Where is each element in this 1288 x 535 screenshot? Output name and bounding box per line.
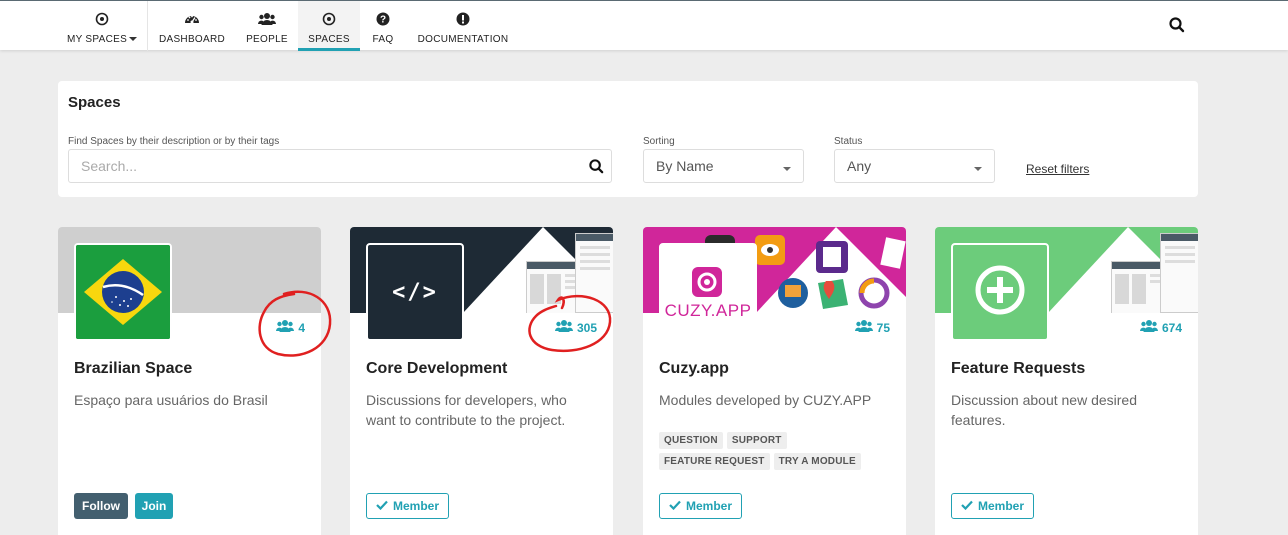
member-button[interactable]: Member [951, 493, 1034, 519]
sorting-select[interactable]: By Name [643, 149, 804, 183]
space-card-feature-requests[interactable]: 674 Feature Requests Discussion about ne… [935, 227, 1198, 535]
card-title[interactable]: Cuzy.app [659, 360, 729, 378]
member-count[interactable]: 75 [854, 319, 890, 336]
nav-documentation-label: DOCUMENTATION [417, 34, 509, 45]
svg-text:?: ? [380, 15, 386, 26]
spaces-filter-panel: Spaces Find Spaces by their description … [58, 81, 1198, 197]
search-label: Find Spaces by their description or by t… [68, 136, 280, 147]
member-count[interactable]: 674 [1139, 319, 1182, 336]
chevron-down-icon [974, 167, 982, 171]
check-icon [669, 499, 681, 513]
users-icon [1139, 319, 1158, 336]
member-button-label: Member [392, 499, 439, 513]
tag-question[interactable]: QUESTION [659, 432, 723, 449]
nav-documentation[interactable]: DOCUMENTATION [413, 1, 513, 51]
cuzy-logo: CUZY.APP [659, 243, 757, 341]
nav-faq-label: FAQ [372, 34, 394, 45]
sorting-label: Sorting [643, 136, 675, 147]
nav-dashboard[interactable]: DASHBOARD [157, 1, 227, 51]
nav-spaces-label: SPACES [308, 34, 350, 45]
status-label: Status [834, 136, 863, 147]
target-icon [322, 10, 336, 28]
screenshot-thumbnail [575, 233, 613, 313]
card-description: Discussion about new desired features. [951, 392, 1137, 428]
space-card-core-development[interactable]: </> 305 Core Development Discussions for… [350, 227, 613, 535]
nav-my-spaces[interactable]: MY SPACES [66, 1, 138, 51]
member-count[interactable]: 305 [554, 319, 597, 336]
nav-divider [147, 1, 148, 51]
target-icon [95, 10, 109, 28]
brazil-flag-image [74, 243, 172, 341]
search-input[interactable] [68, 149, 612, 183]
join-button[interactable]: Join [135, 493, 173, 519]
check-icon [376, 499, 388, 513]
check-icon [961, 499, 973, 513]
follow-button[interactable]: Follow [74, 493, 128, 519]
cuzy-logo-text: CUZY.APP [664, 301, 752, 320]
tag-list: QUESTION SUPPORT FEATURE REQUEST TRY A M… [659, 432, 899, 470]
search-icon[interactable] [588, 158, 605, 180]
nav-faq[interactable]: ? FAQ [366, 1, 400, 51]
member-button[interactable]: Member [366, 493, 449, 519]
member-count[interactable]: 4 [276, 319, 305, 336]
tag-try-a-module[interactable]: TRY A MODULE [773, 453, 861, 470]
member-button[interactable]: Member [659, 493, 742, 519]
chevron-down-icon [129, 37, 138, 42]
nav-my-spaces-label: MY SPACES [66, 34, 128, 45]
tag-feature-request[interactable]: FEATURE REQUEST [659, 453, 770, 470]
card-title[interactable]: Brazilian Space [74, 360, 192, 378]
card-title[interactable]: Feature Requests [951, 360, 1085, 378]
users-icon [258, 10, 276, 28]
member-count-value: 674 [1161, 320, 1182, 335]
reset-filters-link[interactable]: Reset filters [1026, 162, 1089, 176]
users-icon [276, 319, 295, 336]
card-description: Discussions for developers, who want to … [366, 392, 567, 428]
card-description: Espaço para usuários do Brasil [74, 392, 268, 408]
member-count-value: 305 [576, 320, 597, 335]
code-logo-text: </> [392, 279, 438, 305]
chevron-down-icon [783, 167, 791, 171]
nav-dashboard-label: DASHBOARD [158, 34, 226, 45]
card-description: Modules developed by CUZY.APP [659, 392, 872, 408]
dashboard-icon [184, 10, 200, 28]
member-button-label: Member [977, 499, 1024, 513]
nav-people[interactable]: PEOPLE [240, 1, 294, 51]
users-icon [854, 319, 873, 336]
nav-spaces[interactable]: SPACES [298, 1, 360, 51]
plus-circle-icon [975, 265, 1025, 320]
tag-support[interactable]: SUPPORT [726, 432, 787, 449]
exclamation-icon [456, 10, 470, 28]
status-value: Any [847, 158, 872, 174]
space-card-cuzy[interactable]: CUZY.APP 75 Cuzy.app Modules developed b… [643, 227, 906, 535]
space-card-brazilian[interactable]: 4 Brazilian Space Espaço para usuários d… [58, 227, 321, 535]
member-button-label: Member [685, 499, 732, 513]
code-logo: </> [366, 243, 464, 341]
nav-people-label: PEOPLE [246, 34, 288, 45]
plus-logo [951, 243, 1049, 341]
top-navigation: MY SPACES DASHBOARD PEOPLE SPACES ? FAQ … [0, 0, 1288, 51]
panel-title: Spaces [68, 94, 121, 111]
status-select[interactable]: Any [834, 149, 995, 183]
member-count-value: 4 [298, 320, 305, 335]
search-icon[interactable] [1168, 16, 1186, 39]
users-icon [554, 319, 573, 336]
card-title[interactable]: Core Development [366, 360, 507, 378]
member-count-value: 75 [876, 320, 890, 335]
screenshot-thumbnail [1160, 233, 1198, 313]
sorting-value: By Name [656, 158, 714, 174]
question-icon: ? [376, 10, 390, 28]
